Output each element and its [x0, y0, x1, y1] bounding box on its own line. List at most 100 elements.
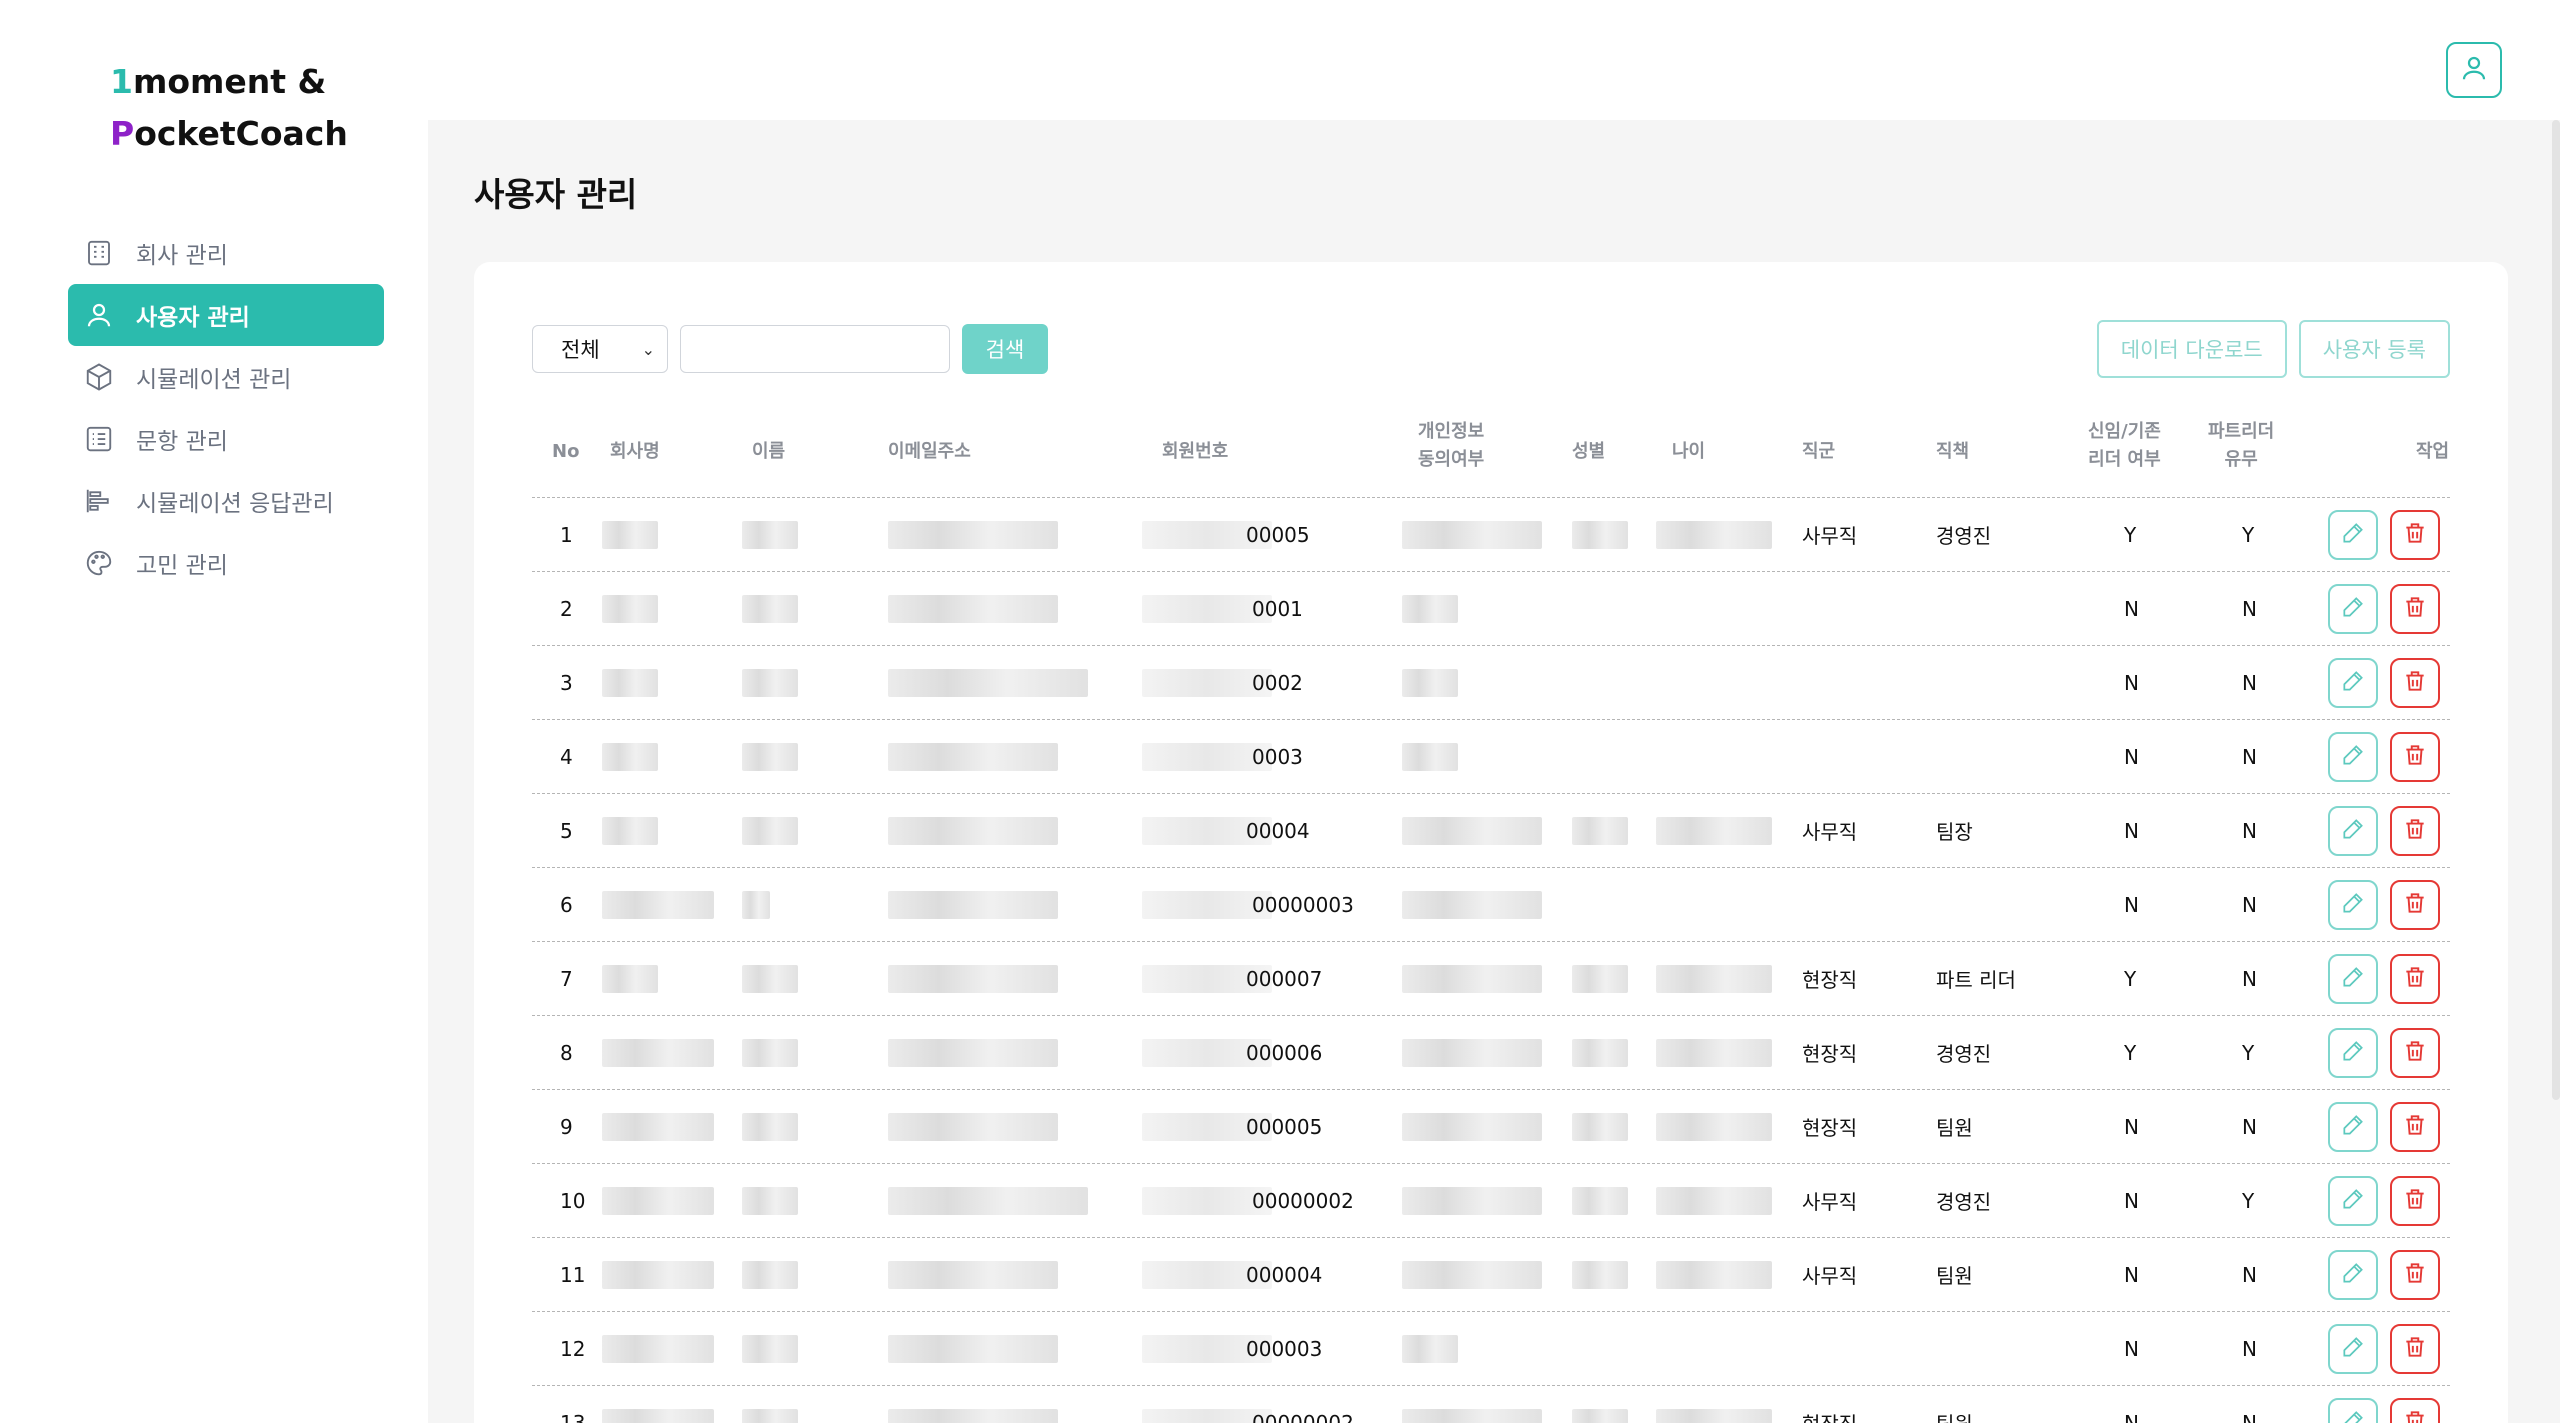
redacted-privacy — [1402, 1038, 1542, 1067]
cell-job-group: 사무직 — [1802, 820, 1858, 844]
delete-button[interactable] — [2390, 731, 2440, 782]
trash-icon — [2402, 742, 2428, 772]
sidebar-item-simulation[interactable]: 시뮬레이션 관리 — [68, 346, 384, 408]
sidebar: 1moment & PocketCoach 회사 관리 사용자 관리 시뮬레이션… — [0, 0, 428, 1423]
redacted-email — [888, 594, 1058, 623]
cell-no: 12 — [560, 1336, 586, 1361]
cell-position: 팀장 — [1936, 820, 1973, 844]
edit-button[interactable] — [2328, 1397, 2378, 1423]
cell-part-leader: N — [2242, 818, 2257, 843]
cell-member-no: 000003 — [1246, 1336, 1323, 1361]
trash-icon — [2402, 1408, 2428, 1423]
redacted-gender — [1572, 816, 1628, 845]
edit-button[interactable] — [2328, 879, 2378, 930]
table-row[interactable]: 7 000007 현장직 파트 리더 Y N — [532, 942, 2450, 1016]
redacted-name — [742, 742, 798, 771]
cell-no: 2 — [560, 596, 573, 621]
delete-button[interactable] — [2390, 805, 2440, 856]
edit-button[interactable] — [2328, 805, 2378, 856]
edit-button[interactable] — [2328, 1323, 2378, 1374]
delete-button[interactable] — [2390, 509, 2440, 560]
header-action: 작업 — [2416, 440, 2450, 462]
sidebar-item-company[interactable]: 회사 관리 — [68, 222, 384, 284]
redacted-gender — [1572, 964, 1628, 993]
edit-button[interactable] — [2328, 731, 2378, 782]
redacted-name — [742, 594, 798, 623]
sidebar-item-questions[interactable]: 문항 관리 — [68, 408, 384, 470]
redacted-email — [888, 520, 1058, 549]
pencil-icon — [2340, 1408, 2366, 1423]
edit-button[interactable] — [2328, 1175, 2378, 1226]
cell-position: 팀원 — [1936, 1408, 1973, 1423]
download-data-button[interactable]: 데이터 다운로드 — [2096, 320, 2287, 378]
cell-job-group: 현장직 — [1802, 968, 1858, 992]
header-privacy-line2: 동의여부 — [1418, 449, 1485, 470]
delete-button[interactable] — [2390, 1101, 2440, 1152]
edit-button[interactable] — [2328, 1101, 2378, 1152]
table-row[interactable]: 11 000004 사무직 팀원 N N — [532, 1238, 2450, 1312]
redacted-email — [888, 742, 1058, 771]
edit-button[interactable] — [2328, 509, 2378, 560]
table-row[interactable]: 2 0001 N N — [532, 572, 2450, 646]
search-button[interactable]: 검색 — [962, 324, 1048, 374]
delete-button[interactable] — [2390, 1397, 2440, 1423]
app-logo[interactable]: 1moment & PocketCoach — [110, 56, 348, 160]
edit-button[interactable] — [2328, 953, 2378, 1004]
table-row[interactable]: 3 0002 N N — [532, 646, 2450, 720]
redacted-name — [742, 1112, 798, 1141]
cell-job-group: 현장직 — [1802, 1408, 1857, 1423]
filter-select[interactable]: 전체 ⌄ — [532, 325, 668, 373]
edit-button[interactable] — [2328, 583, 2378, 634]
building-icon — [84, 238, 114, 268]
cell-position: 경영진 — [1936, 524, 1992, 548]
delete-button[interactable] — [2390, 953, 2440, 1004]
trash-icon — [2402, 1038, 2428, 1068]
sidebar-item-concerns[interactable]: 고민 관리 — [68, 532, 384, 594]
table-row[interactable]: 13 00000002 현장직 팀원 N N — [532, 1386, 2450, 1423]
delete-button[interactable] — [2390, 583, 2440, 634]
trash-icon — [2402, 668, 2428, 698]
table-row[interactable]: 4 0003 N N — [532, 720, 2450, 794]
redacted-email — [888, 964, 1058, 993]
delete-button[interactable] — [2390, 1175, 2440, 1226]
profile-button[interactable] — [2446, 42, 2502, 98]
table-row[interactable]: 10 00000002 사무직 경영진 N Y — [532, 1164, 2450, 1238]
pencil-icon — [2340, 594, 2366, 624]
table-row[interactable]: 12 000003 N N — [532, 1312, 2450, 1386]
delete-button[interactable] — [2390, 657, 2440, 708]
cell-no: 6 — [560, 892, 573, 917]
delete-button[interactable] — [2390, 1249, 2440, 1300]
redacted-privacy — [1402, 1186, 1542, 1215]
table-row[interactable]: 5 00004 사무직 팀장 N N — [532, 794, 2450, 868]
cell-member-no: 00000002 — [1252, 1410, 1354, 1423]
trash-icon — [2402, 1112, 2428, 1142]
register-user-button[interactable]: 사용자 등록 — [2298, 320, 2450, 378]
sidebar-item-label: 시뮬레이션 관리 — [136, 367, 292, 393]
table-row[interactable]: 8 000006 현장직 경영진 Y Y — [532, 1016, 2450, 1090]
delete-button[interactable] — [2390, 879, 2440, 930]
redacted-gender — [1572, 520, 1628, 549]
pencil-icon — [2340, 1334, 2366, 1364]
edit-button[interactable] — [2328, 657, 2378, 708]
header-age: 나이 — [1672, 440, 1706, 462]
edit-button[interactable] — [2328, 1027, 2378, 1078]
cell-position: 경영진 — [1936, 1042, 1992, 1066]
redacted-age — [1656, 1038, 1772, 1067]
search-input[interactable] — [680, 325, 950, 373]
delete-button[interactable] — [2390, 1323, 2440, 1374]
header-name: 이름 — [752, 440, 786, 462]
sidebar-item-simulation-responses[interactable]: 시뮬레이션 응답관리 — [68, 470, 384, 532]
redacted-company — [602, 890, 714, 919]
edit-button[interactable] — [2328, 1249, 2378, 1300]
cell-part-leader: N — [2242, 1336, 2257, 1361]
sidebar-item-users[interactable]: 사용자 관리 — [68, 284, 384, 346]
table-row[interactable]: 9 000005 현장직 팀원 N N — [532, 1090, 2450, 1164]
redacted-name — [742, 1408, 798, 1423]
table-row[interactable]: 6 00000003 N N — [532, 868, 2450, 942]
trash-icon — [2402, 964, 2428, 994]
table-row[interactable]: 1 00005 사무직 경영진 Y Y — [532, 498, 2450, 572]
redacted-name — [742, 1334, 798, 1363]
pencil-icon — [2340, 1260, 2366, 1290]
scrollbar[interactable] — [2552, 120, 2560, 1100]
delete-button[interactable] — [2390, 1027, 2440, 1078]
